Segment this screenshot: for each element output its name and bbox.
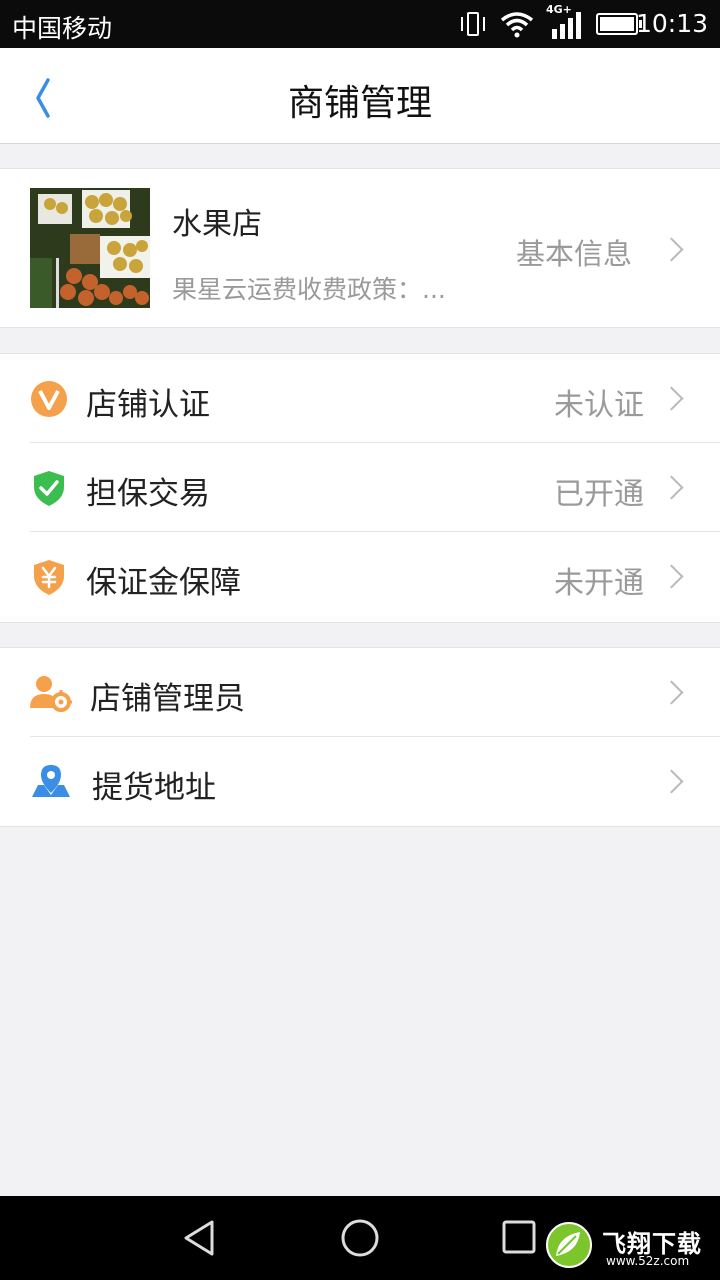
- v-badge-icon: [31, 381, 67, 417]
- status-icons: 4G+: [460, 3, 652, 40]
- chevron-right-icon: [659, 237, 684, 262]
- watermark-url: www.52z.com: [606, 1254, 690, 1268]
- network-type-label: 4G+: [546, 3, 572, 16]
- list-item-store-admins[interactable]: 店铺管理员: [0, 648, 720, 737]
- shield-check-icon: [34, 471, 64, 506]
- list-item-pickup-address[interactable]: 提货地址: [0, 737, 720, 826]
- shop-info-card[interactable]: 水果店 果星云运费收费政策：... 基本信息: [0, 168, 720, 328]
- row-label: 店铺认证: [86, 387, 210, 423]
- shop-thumbnail: [30, 188, 150, 308]
- status-bar: 中国移动 4G+ 10:13: [0, 0, 720, 48]
- battery-icon: [596, 13, 642, 35]
- chevron-right-icon: [659, 386, 684, 411]
- map-pin-icon: [32, 765, 70, 797]
- shop-name: 水果店: [172, 207, 262, 242]
- recents-square-icon[interactable]: [498, 1216, 542, 1260]
- list-item-deposit-guarantee[interactable]: 保证金保障 未开通: [0, 532, 720, 621]
- signal-icon: 4G+: [546, 3, 582, 39]
- row-label: 店铺管理员: [90, 681, 245, 717]
- verification-group: 店铺认证 未认证 担保交易 已开通 保证金保障 未开通: [0, 353, 720, 623]
- chevron-right-icon: [659, 564, 684, 589]
- row-label: 保证金保障: [86, 565, 241, 601]
- wifi-icon: [500, 12, 534, 38]
- chevron-right-icon: [659, 475, 684, 500]
- vibrate-icon: [460, 10, 486, 38]
- nav-header: 商铺管理: [0, 48, 720, 144]
- site-watermark: 飞翔下载 www.52z.com: [546, 1222, 716, 1272]
- row-status: 已开通: [554, 477, 644, 512]
- list-item-store-certification[interactable]: 店铺认证 未认证: [0, 354, 720, 443]
- row-status: 未开通: [554, 566, 644, 601]
- row-status: 未认证: [554, 388, 644, 423]
- shop-description: 果星云运费收费政策：...: [172, 275, 446, 304]
- chevron-right-icon: [659, 680, 684, 705]
- page-title: 商铺管理: [287, 83, 432, 124]
- user-gear-icon: [30, 676, 72, 712]
- row-label: 提货地址: [92, 770, 216, 806]
- clock-label: 10:13: [635, 9, 708, 38]
- back-triangle-icon[interactable]: [178, 1216, 222, 1260]
- basic-info-link[interactable]: 基本信息: [516, 231, 632, 273]
- list-item-guaranteed-trade[interactable]: 担保交易 已开通: [0, 443, 720, 532]
- home-circle-icon[interactable]: [338, 1216, 382, 1260]
- leaf-logo-icon: [546, 1222, 592, 1268]
- management-group: 店铺管理员 提货地址: [0, 647, 720, 827]
- row-label: 担保交易: [86, 476, 210, 512]
- carrier-label: 中国移动: [12, 14, 113, 43]
- chevron-right-icon: [659, 769, 684, 794]
- shield-yen-icon: [34, 560, 64, 595]
